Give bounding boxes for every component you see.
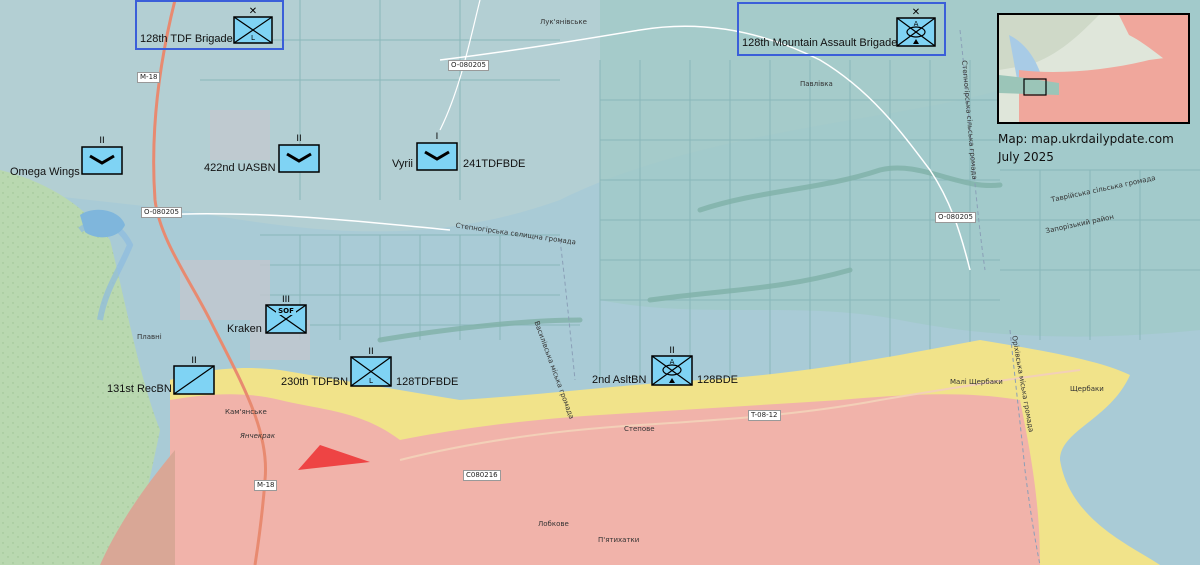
svg-text:III: III	[282, 295, 290, 305]
unit-symbol-422nd-uasbn[interactable]: II	[277, 131, 321, 175]
svg-text:I: I	[436, 132, 439, 142]
locator-inset-map[interactable]	[997, 13, 1190, 124]
unit-symbol-omega-wings[interactable]: II	[80, 133, 124, 177]
road-shield-o080205-c: O-080205	[935, 212, 976, 223]
svg-text:SOF: SOF	[278, 307, 294, 315]
place-stepove: Степове	[624, 425, 655, 433]
unit-symbol-kraken[interactable]: III SOF	[264, 293, 308, 337]
unit-label-128bde: 128BDE	[697, 374, 738, 386]
road-shield-t0812: T-08-12	[748, 410, 781, 421]
svg-text:II: II	[368, 347, 373, 357]
svg-text:A: A	[670, 358, 675, 366]
svg-text:L: L	[251, 34, 255, 42]
svg-text:✕: ✕	[912, 7, 920, 18]
unit-symbol-128tdf-brigade[interactable]: ✕ L	[232, 5, 274, 45]
map-credit-date: July 2025	[998, 150, 1054, 164]
unit-label-128tdf-brigade: 128th TDF Brigade	[140, 33, 233, 45]
place-shcherbaky: Щербаки	[1070, 385, 1104, 393]
place-mali-shcherbaky: Малі Щербаки	[950, 378, 1003, 386]
place-kamianske: Кам'янське	[225, 408, 267, 416]
unit-symbol-vyrii[interactable]: I	[415, 129, 459, 173]
svg-text:II: II	[296, 134, 301, 144]
unit-label-128th-mountain-assault-brigade: 128th Mountain Assault Brigade	[742, 37, 898, 49]
unit-symbol-2nd-asltbn[interactable]: II A	[650, 344, 694, 388]
road-shield-c080216: C080216	[463, 470, 501, 481]
road-shield-m18-north: M-18	[137, 72, 161, 83]
map-credit-source: Map: map.ukrdailypdate.com	[998, 132, 1174, 146]
place-pavlivka: Павлівка	[800, 80, 833, 88]
road-shield-m18-south: M-18	[254, 480, 278, 491]
svg-text:A: A	[914, 20, 919, 28]
unit-label-omega-wings: Omega Wings	[10, 166, 80, 178]
svg-text:✕: ✕	[249, 6, 257, 17]
unit-label-230th-tdfbn: 230th TDFBN	[281, 376, 349, 388]
unit-label-kraken: Kraken	[227, 323, 262, 335]
road-shield-o080205-a: O-080205	[141, 207, 182, 218]
unit-symbol-230th-tdfbn[interactable]: II L	[349, 345, 393, 389]
unit-label-2nd-asltbn: 2nd AsltBN	[592, 374, 647, 386]
locator-inset-graphic	[999, 15, 1188, 122]
place-lukianivske: Лук'янівське	[540, 18, 587, 26]
unit-label-128tdfbde: 128TDFBDE	[396, 376, 459, 388]
road-shield-o080205-b: O-080205	[448, 60, 489, 71]
svg-text:II: II	[99, 136, 104, 146]
unit-label-241tdfbde: 241TDFBDE	[463, 158, 526, 170]
place-lobkove: Лобкове	[538, 520, 569, 528]
place-plavni: Плавні	[137, 333, 162, 341]
svg-text:II: II	[669, 346, 674, 356]
unit-label-vyrii: Vyrii	[392, 158, 413, 170]
svg-text:L: L	[369, 377, 373, 385]
unit-symbol-131st-recbn[interactable]: II	[172, 354, 216, 396]
unit-label-422nd-uasbn: 422nd UASBN	[204, 162, 276, 174]
svg-text:II: II	[191, 356, 196, 366]
place-yanchekrak: Янчекрак	[240, 432, 276, 440]
unit-symbol-128th-mountain-assault-brigade[interactable]: ✕ A	[895, 5, 937, 49]
unit-label-131st-recbn: 131st RecBN	[107, 383, 172, 395]
place-piatykhatky: П'ятихатки	[598, 536, 640, 544]
